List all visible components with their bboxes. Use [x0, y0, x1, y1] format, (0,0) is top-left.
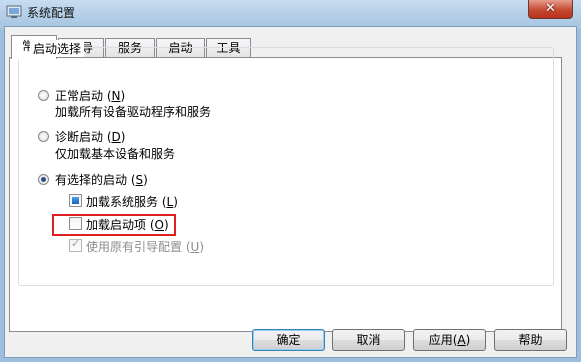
highlight-annotation	[52, 214, 176, 236]
close-button[interactable]: ✕	[528, 0, 573, 19]
ok-button[interactable]: 确定	[252, 329, 325, 351]
checkbox-use-original-boot-config[interactable]: ✓	[69, 237, 82, 252]
title-bar: 系统配置 ✕	[0, 0, 581, 26]
diagnostic-startup-desc: 仅加载基本设备和服务	[55, 147, 176, 161]
radio-selective-startup[interactable]	[38, 174, 49, 185]
selective-startup-label[interactable]: 有选择的启动 (S)	[55, 171, 148, 188]
group-title: 启动选择	[30, 40, 85, 57]
window-title: 系统配置	[27, 6, 76, 20]
cancel-button[interactable]: 取消	[332, 329, 405, 351]
use-original-boot-config-label: 使用原有引导配置 (U)	[86, 240, 204, 254]
check-icon: ✓	[71, 237, 81, 250]
help-button[interactable]: 帮助	[494, 329, 567, 351]
radio-diagnostic-startup[interactable]	[38, 131, 49, 142]
radio-selected-dot	[41, 177, 46, 182]
msconfig-app-icon	[6, 5, 22, 18]
diagnostic-startup-label[interactable]: 诊断启动 (D)	[55, 128, 125, 145]
system-config-window: 系统配置 ✕ 常规 引导 服务 启动 工具 启动选择 正常启动 (N) 加载所有…	[0, 0, 581, 362]
normal-startup-label[interactable]: 正常启动 (N)	[55, 87, 125, 104]
apply-button[interactable]: 应用(A)	[413, 329, 486, 351]
close-icon: ✕	[545, 1, 556, 16]
normal-startup-desc: 加载所有设备驱动程序和服务	[55, 105, 212, 119]
indeterminate-fill	[72, 197, 79, 204]
radio-normal-startup[interactable]	[38, 90, 49, 101]
checkbox-load-system-services[interactable]	[69, 194, 82, 207]
load-system-services-label[interactable]: 加载系统服务 (L)	[86, 193, 178, 210]
